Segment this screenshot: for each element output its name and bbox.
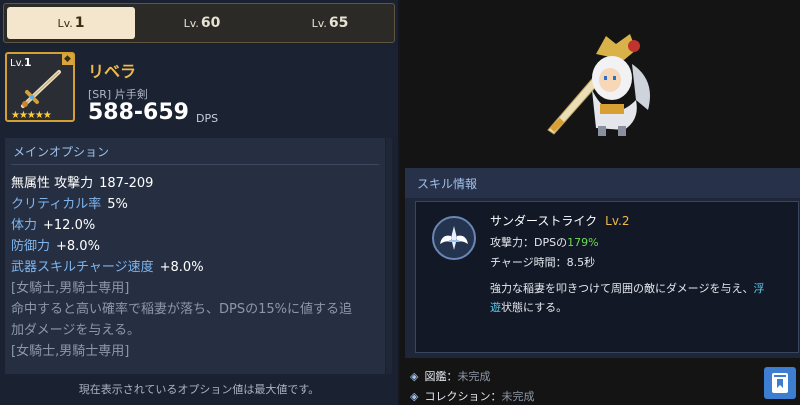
skill-name: サンダーストライク (490, 214, 598, 228)
weapon-thumbnail[interactable]: Lv.1 ◆ ★★★★★ (5, 52, 75, 122)
option-value: +12.0% (43, 218, 96, 233)
main-option-box[interactable]: メインオプション 無属性 攻撃力 187-209 クリティカル率 5% 体力 +12.… (5, 138, 385, 374)
skill-desc-keyword: 浮 (753, 282, 765, 295)
main-option-title: メインオプション (13, 145, 110, 159)
option-key: 防御力 (11, 239, 51, 254)
skill-desc-keyword: 遊 (490, 301, 501, 314)
skill-description: 強力な稲妻を叩きつけて周囲の敵にダメージを与え、浮 遊状態にする。 (490, 279, 800, 317)
class-restriction-note: [女騎士,男騎士専用] (11, 344, 130, 359)
weapon-dps-value: 588-659 (88, 100, 189, 125)
bookmark-book-button[interactable] (764, 367, 796, 399)
option-scrollbar[interactable] (386, 138, 392, 374)
sword-icon (21, 70, 61, 108)
corner-gem-icon: ◆ (62, 54, 73, 65)
skill-attack-label: 攻撃力：DPSの (490, 236, 568, 249)
skill-desc-text: 強力な稲妻を叩きつけて周囲の敵にダメージを与え、 (490, 282, 754, 295)
collection-status-row: ◈ コレクション：未完成 (410, 390, 535, 403)
option-row-charge: 武器スキルチャージ速度 +8.0% (11, 257, 379, 278)
rarity-stars: ★★★★★ (11, 110, 52, 121)
tab-level-prefix: Lv. (311, 16, 327, 30)
option-row-def: 防御力 +8.0% (11, 236, 379, 257)
diamond-bullet-icon: ◈ (410, 370, 419, 383)
weapon-info-panel: Lv. 1 Lv. 60 Lv. 65 Lv.1 ◆ ★★★★★ リベラ [SR… (0, 0, 398, 405)
tab-level-prefix: Lv. (183, 16, 199, 30)
skill-charge-time: チャージ時間：8.5秒 (490, 256, 596, 269)
option-value: 187-209 (99, 176, 154, 191)
skill-level: Lv.2 (605, 214, 630, 228)
skill-section-title: スキル情報 (405, 168, 800, 198)
option-row-attack: 無属性 攻撃力 187-209 (11, 173, 379, 194)
skill-desc-text: 状態にする。 (501, 301, 568, 314)
option-effect-description: 命中すると高い確率で稲妻が落ち、DPSの15%に値する追 (11, 302, 352, 317)
bookmark-book-icon (772, 373, 788, 393)
encyclopedia-label: 図鑑 (424, 370, 447, 383)
option-row-hp: 体力 +12.0% (11, 215, 379, 236)
collection-label: コレクション (424, 390, 491, 403)
skill-card: サンダーストライク Lv.2 攻撃力：DPSの179% チャージ時間：8.5秒 強… (415, 201, 799, 353)
option-key: 武器スキルチャージ速度 (11, 260, 154, 275)
tab-level-number: 65 (328, 15, 349, 31)
option-list: 無属性 攻撃力 187-209 クリティカル率 5% 体力 +12.0% 防御力 +8.… (5, 165, 385, 362)
option-value: +8.0% (56, 239, 100, 254)
option-value: +8.0% (159, 260, 204, 275)
option-key: 体力 (11, 218, 38, 233)
weapon-name: リベラ (88, 62, 137, 81)
tab-level-number: 1 (74, 15, 85, 31)
option-value: 5% (107, 197, 128, 212)
tab-level-number: 60 (200, 15, 221, 31)
skill-attack-line: 攻撃力：DPSの179% (490, 234, 599, 250)
collection-status: 未完成 (501, 390, 535, 403)
option-key: 無属性 攻撃力 (11, 176, 94, 191)
skill-info-panel: スキル情報 サンダーストライク Lv.2 攻撃力：DPSの179% チャージ時間：… (405, 168, 800, 358)
option-effect-description: 加ダメージを与える。 (11, 323, 140, 338)
skill-attack-value: 179% (567, 236, 599, 249)
tab-level-60[interactable]: Lv. 60 (138, 4, 266, 42)
tab-level-1[interactable]: Lv. 1 (7, 7, 135, 39)
tab-level-prefix: Lv. (57, 16, 73, 30)
diamond-bullet-icon: ◈ (410, 390, 419, 403)
weapon-dps-unit: DPS (196, 112, 219, 125)
option-key: クリティカル率 (11, 197, 102, 212)
winged-sword-emblem-icon[interactable] (432, 216, 476, 260)
skill-name-line: サンダーストライク Lv.2 (490, 212, 629, 229)
max-value-footer-note: 現在表示されているオプション値は最大値です。 (78, 383, 320, 396)
encyclopedia-status-row: ◈ 図鑑：未完成 (410, 370, 491, 383)
character-sprite (547, 34, 650, 136)
option-row-crit: クリティカル率 5% (11, 194, 379, 215)
level-tabs: Lv. 1 Lv. 60 Lv. 65 (3, 3, 395, 43)
encyclopedia-status: 未完成 (457, 370, 491, 383)
tab-level-65[interactable]: Lv. 65 (266, 4, 394, 42)
character-preview-panel: スキル情報 サンダーストライク Lv.2 攻撃力：DPSの179% チャージ時間：… (400, 0, 800, 405)
class-restriction-note: [女騎士,男騎士専用] (11, 281, 130, 296)
